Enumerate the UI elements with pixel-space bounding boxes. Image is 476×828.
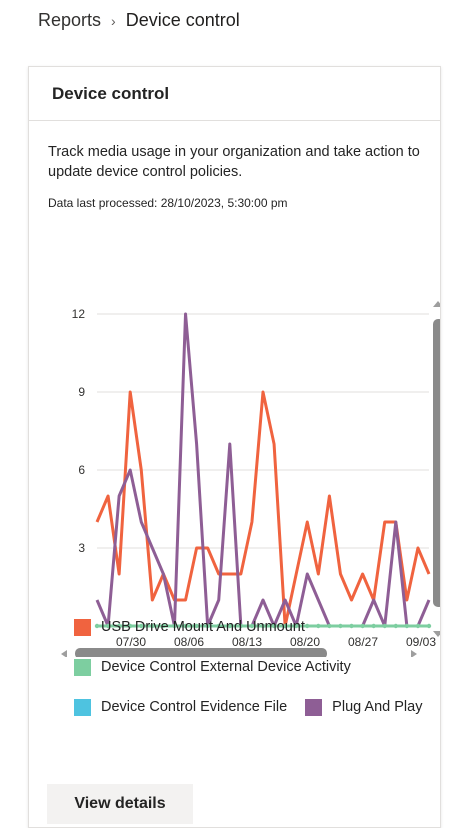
card-title: Device control [29,67,440,121]
scroll-left-icon[interactable] [61,650,67,658]
legend-swatch-pnp [305,698,323,716]
legend-item-evidence[interactable]: Device Control Evidence File [74,698,288,716]
data-processed-timestamp: Data last processed: 28/10/2023, 5:30:00… [48,196,288,210]
legend-item-external[interactable]: Device Control External Device Activity [74,647,444,687]
breadcrumb-reports-link[interactable]: Reports [38,10,101,31]
legend-item-usb[interactable]: USB Drive Mount And Unmount [74,607,444,647]
legend-swatch-evidence [74,698,91,716]
line-chart: 036912 07/3008/0608/1308/2008/2709/0309/… [61,301,476,659]
series-usb-line[interactable] [95,390,431,628]
legend-label-evidence: Device Control Evidence File [101,699,288,715]
legend-row-3: Device Control Evidence File Plug And Pl… [74,687,444,727]
view-details-button[interactable]: View details [47,784,193,824]
legend-item-pnp[interactable]: Plug And Play [305,698,423,716]
vertical-scroll-thumb[interactable] [433,319,444,607]
vertical-scrollbar[interactable] [433,301,444,637]
legend-swatch-usb [74,618,91,636]
device-control-card: Device control Track media usage in your… [28,66,476,828]
legend-label-usb: USB Drive Mount And Unmount [101,619,305,635]
card-description: Track media usage in your organization a… [48,144,420,180]
y-tick-label: 3 [78,541,85,555]
chevron-right-icon: › [111,12,116,29]
chart-legend: USB Drive Mount And Unmount Device Contr… [74,607,444,727]
breadcrumb: Reports › Device control [38,10,240,31]
legend-label-external: Device Control External Device Activity [101,659,351,675]
legend-swatch-external [74,658,91,676]
y-tick-label: 6 [78,463,85,477]
chart-area: 036912 07/3008/0608/1308/2008/2709/0309/… [29,227,476,659]
breadcrumb-current: Device control [125,10,240,30]
y-tick-label: 12 [72,307,86,321]
scroll-up-icon[interactable] [433,301,443,307]
y-tick-label: 9 [78,385,85,399]
legend-label-pnp: Plug And Play [332,699,423,715]
